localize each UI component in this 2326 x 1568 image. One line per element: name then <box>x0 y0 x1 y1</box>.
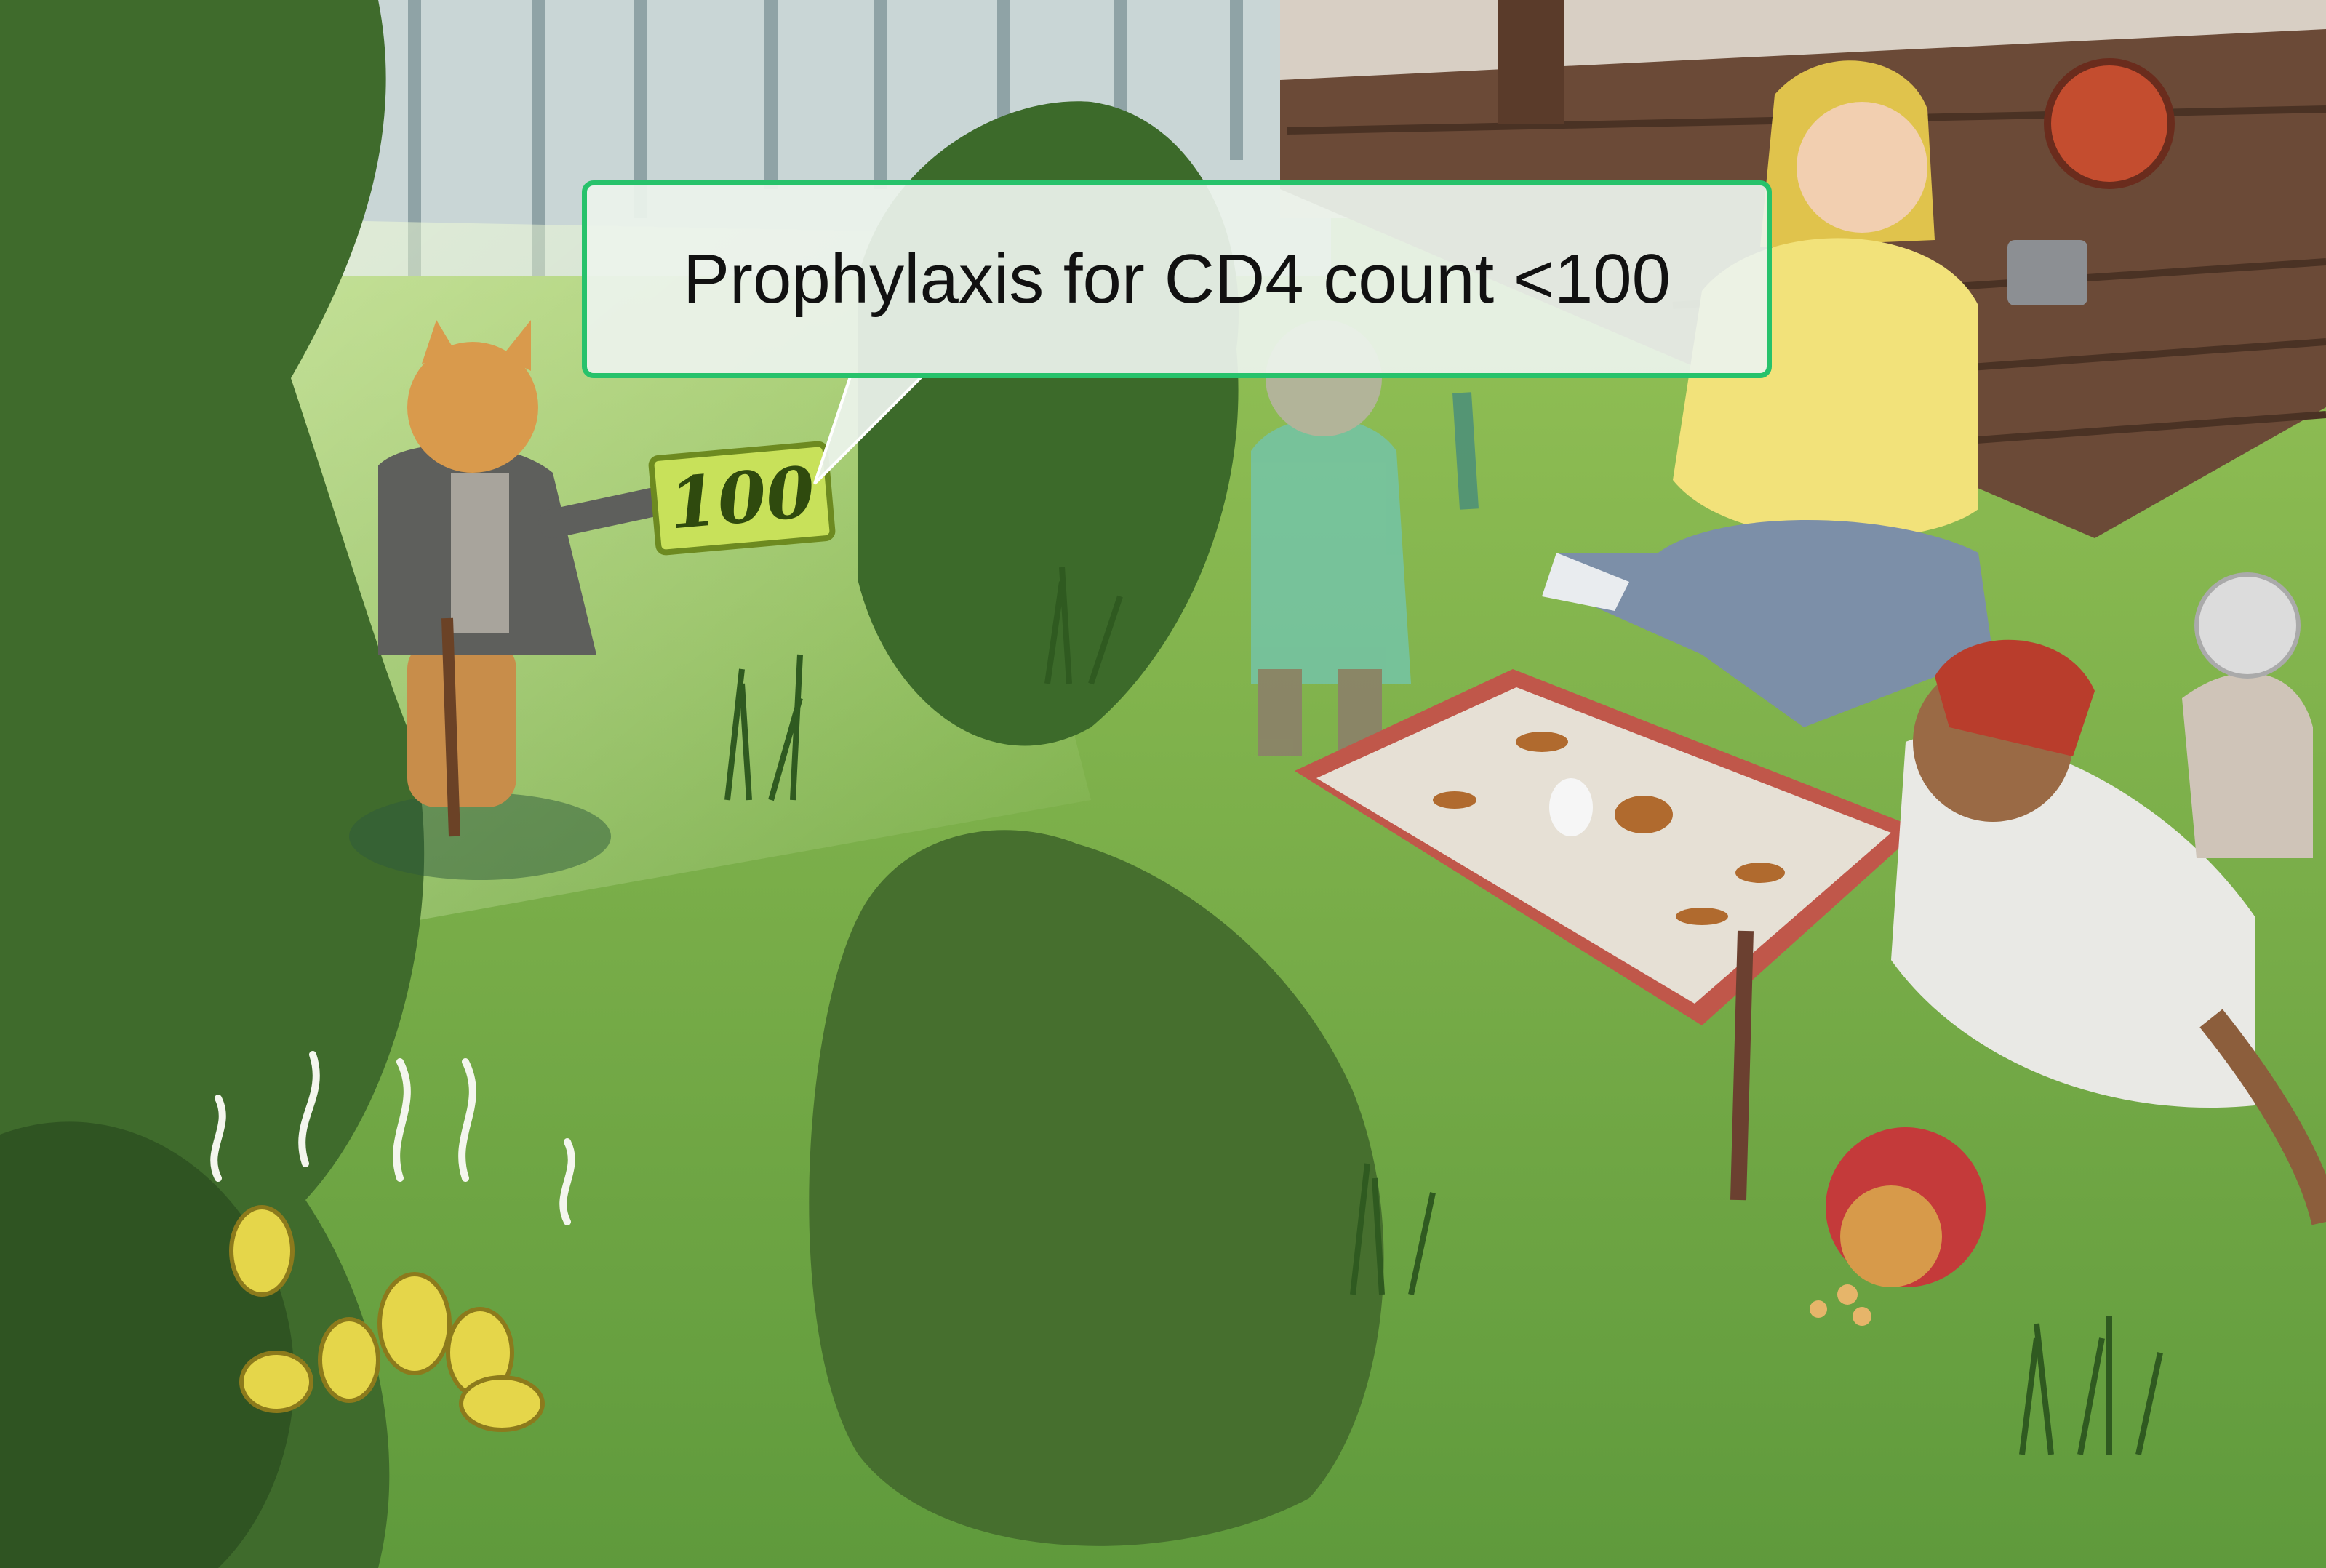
callout-text: Prophylaxis for CD4 count <100 <box>682 240 1671 318</box>
cat-small-helmet-figure <box>2182 572 2313 858</box>
callout-bubble: Prophylaxis for CD4 count <100 <box>582 180 1772 378</box>
hundred-bill-label: 100 <box>666 450 818 545</box>
hundred-bill: 100 <box>648 441 836 556</box>
